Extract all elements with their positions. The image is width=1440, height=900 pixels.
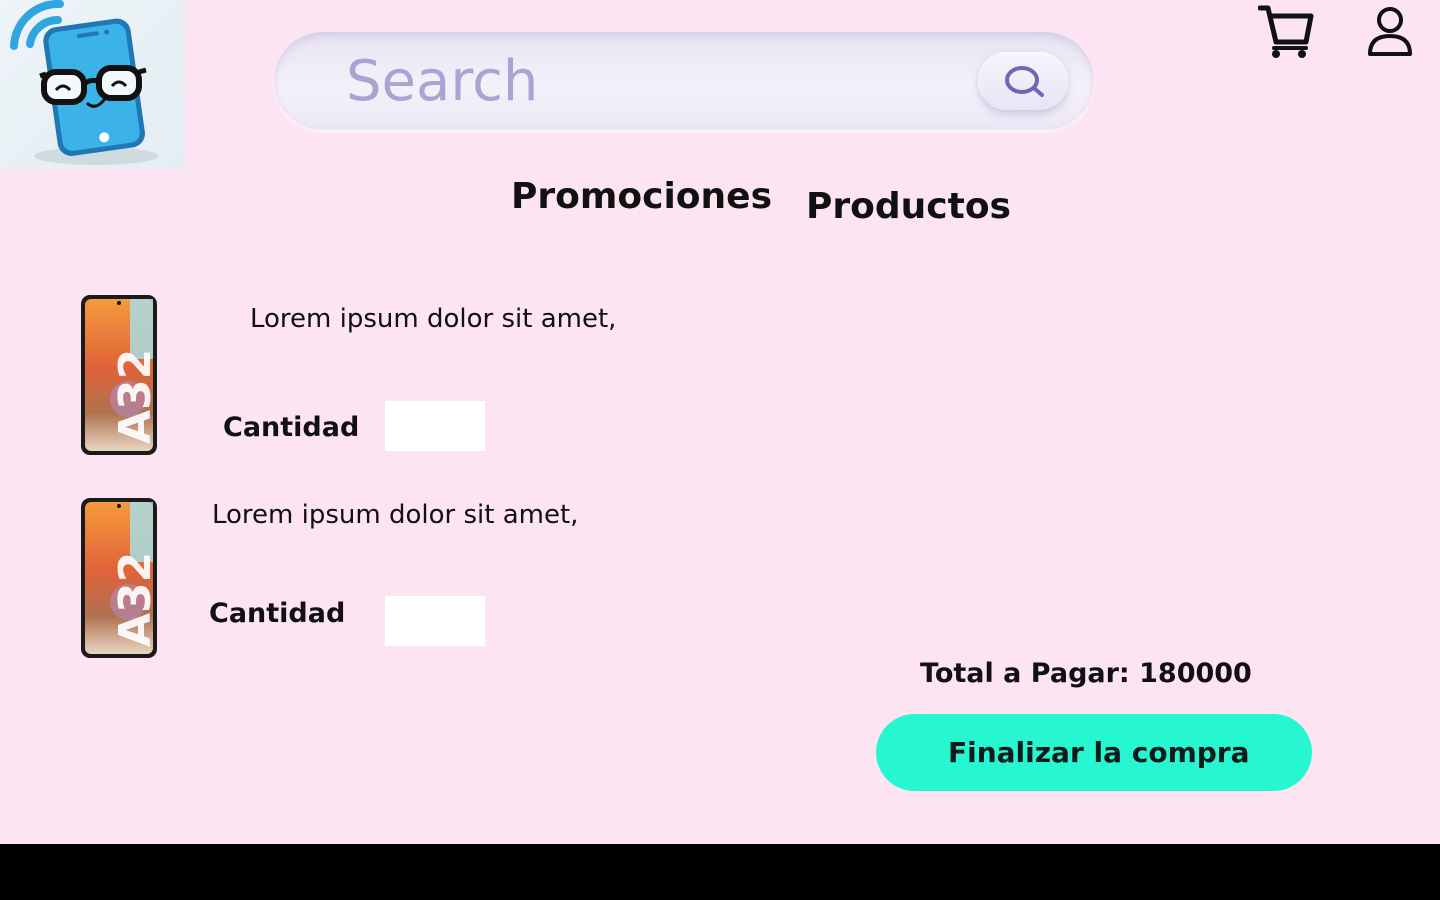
search-button[interactable] <box>978 52 1068 110</box>
search-icon <box>1005 66 1044 97</box>
shopping-cart-icon[interactable] <box>1258 4 1314 62</box>
user-profile-icon[interactable] <box>1366 4 1414 60</box>
quantity-label: Cantidad <box>223 412 360 443</box>
product-image-phone: A32 <box>81 295 158 455</box>
checkout-button[interactable]: Finalizar la compra <box>876 714 1312 791</box>
product-image-phone: A32 <box>81 498 158 658</box>
brand-logo[interactable] <box>0 0 185 169</box>
total-to-pay: Total a Pagar: 180000 <box>920 658 1252 689</box>
quantity-label: Cantidad <box>209 598 346 629</box>
phone-wifi-logo-icon <box>10 0 158 165</box>
quantity-field[interactable] <box>385 401 485 451</box>
phone-model-label: A32 <box>110 349 158 444</box>
nav-productos[interactable]: Productos <box>806 186 1011 227</box>
product-description: Lorem ipsum dolor sit amet, <box>250 304 617 334</box>
search-bar <box>274 32 1094 130</box>
search-input[interactable] <box>346 46 946 116</box>
product-description: Lorem ipsum dolor sit amet, <box>212 500 579 530</box>
quantity-field[interactable] <box>385 596 485 646</box>
phone-model-label: A32 <box>110 552 158 647</box>
page: Promociones Productos A32 Lorem ipsum do… <box>0 0 1440 844</box>
bottom-bar <box>0 844 1440 900</box>
nav-promociones[interactable]: Promociones <box>511 176 772 217</box>
